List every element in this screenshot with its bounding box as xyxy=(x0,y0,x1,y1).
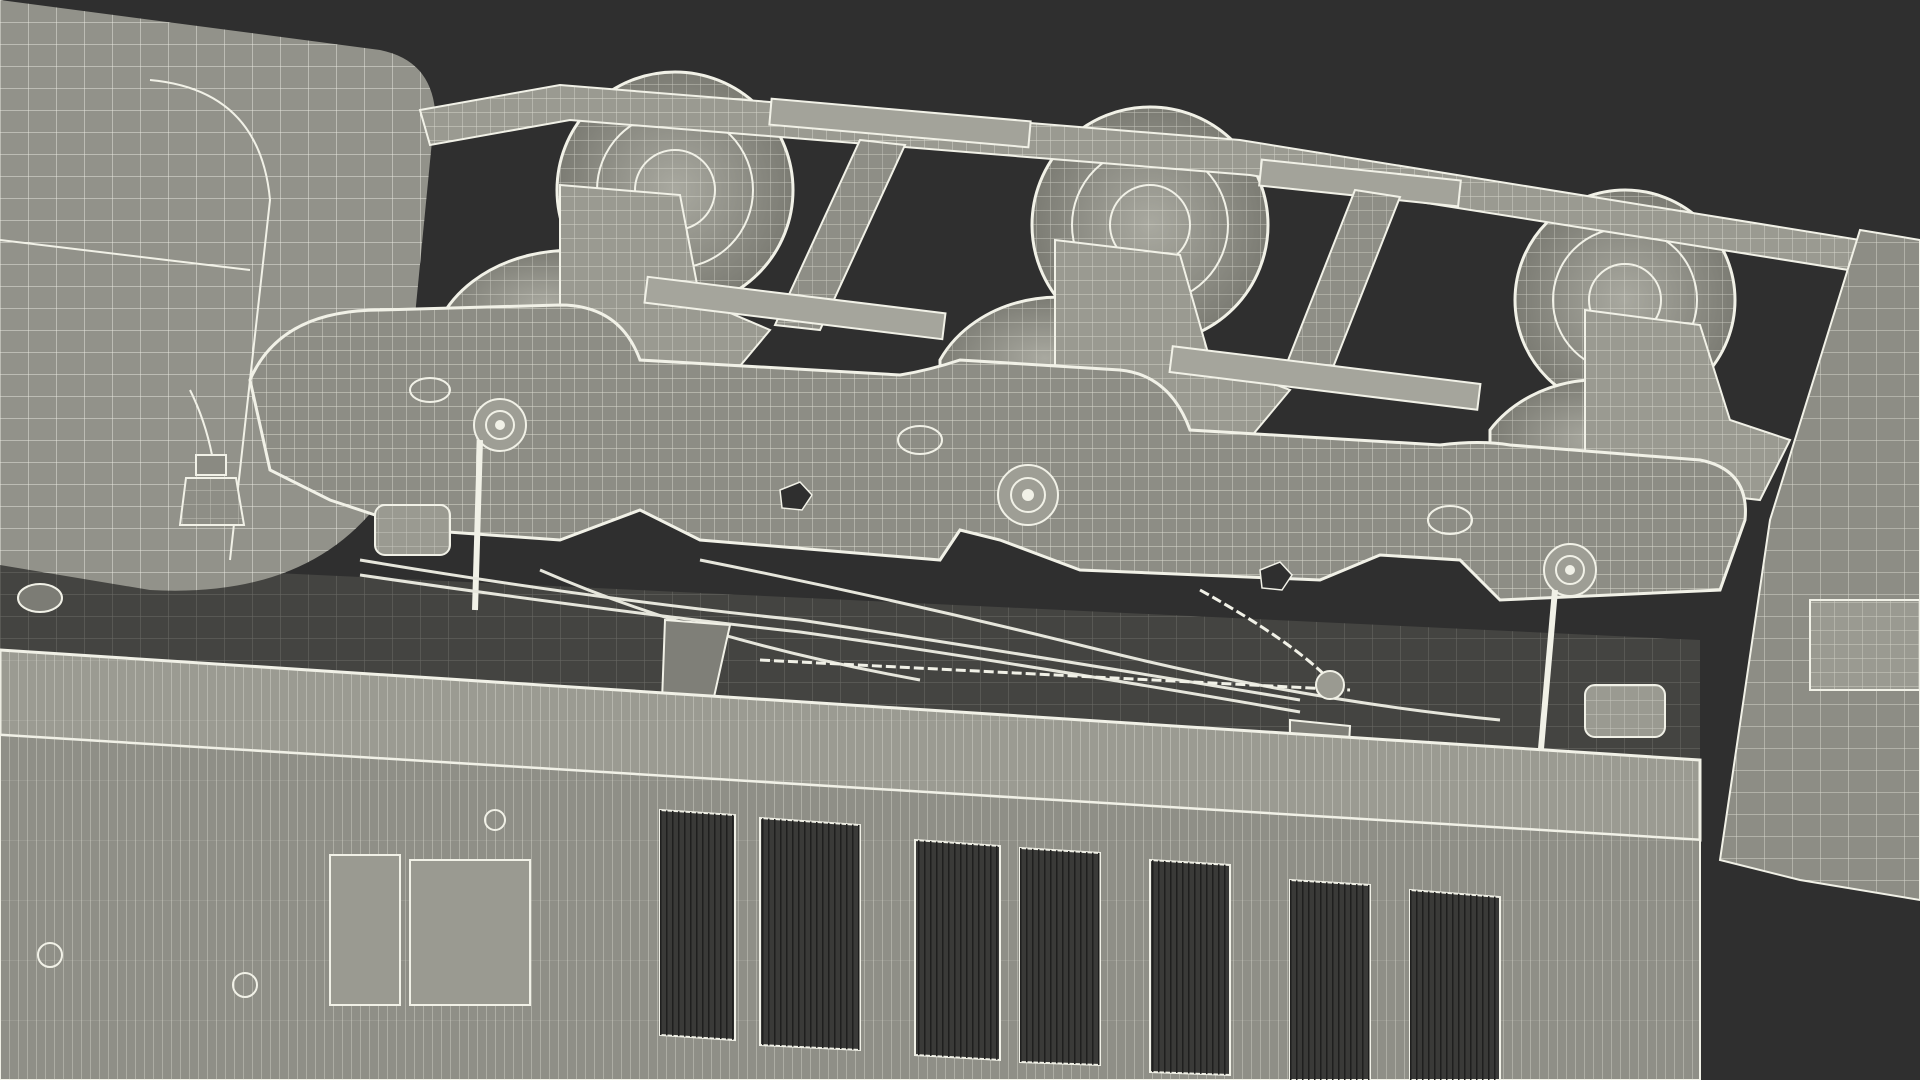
wireframe-render xyxy=(0,0,1920,1080)
